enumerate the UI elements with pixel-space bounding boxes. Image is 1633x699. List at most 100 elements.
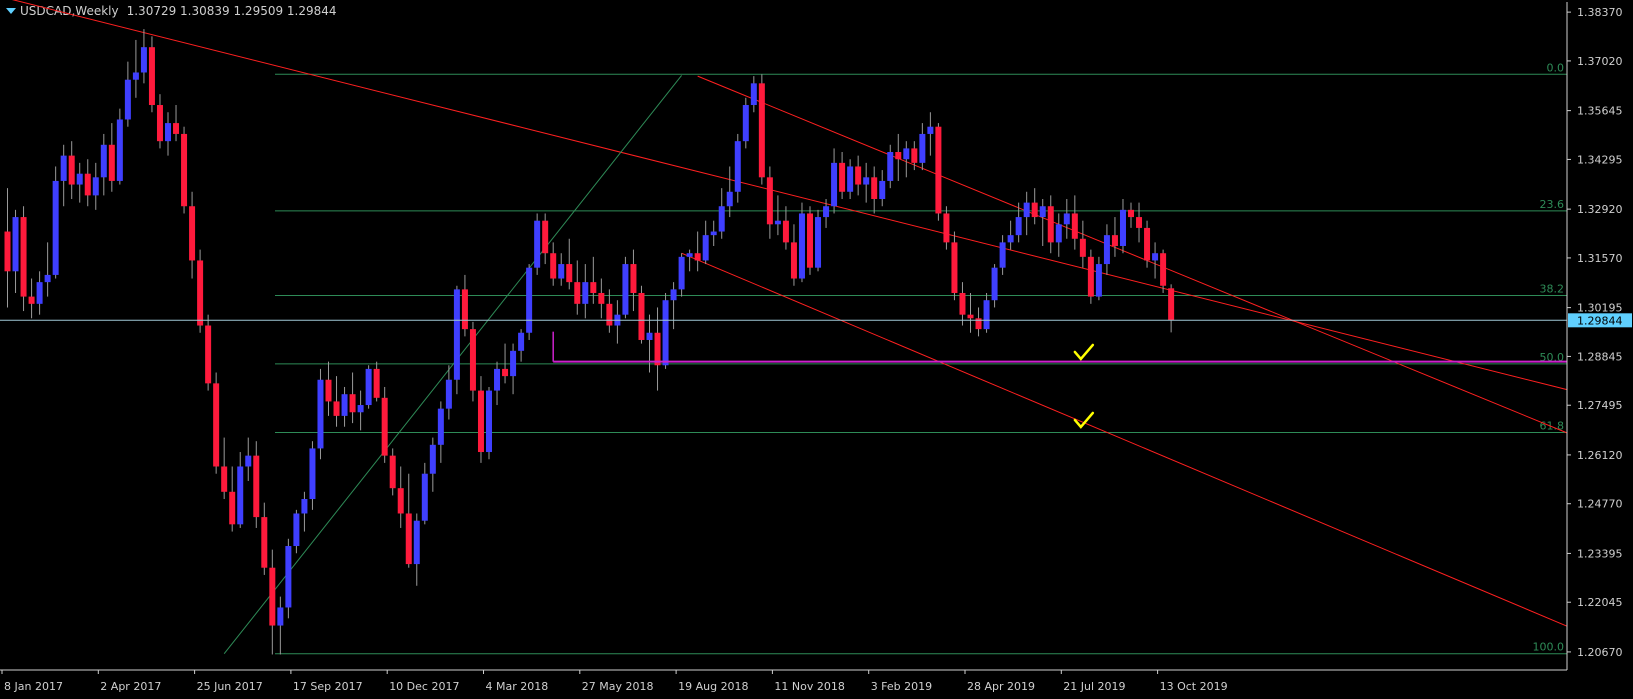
candle (36, 271, 43, 315)
x-tick-label: 17 Sep 2017 (293, 680, 363, 693)
candle-body (60, 155, 67, 181)
candle (895, 133, 902, 181)
candle (189, 191, 196, 279)
candle (365, 365, 372, 409)
candle-body (726, 191, 733, 207)
candle-body (790, 242, 797, 279)
candle-body (189, 206, 196, 261)
candle-body (245, 455, 252, 467)
candle-body (510, 350, 517, 377)
x-tick-label: 2 Apr 2017 (100, 680, 161, 693)
candle-body (935, 126, 942, 214)
candle-body (823, 206, 830, 218)
candle-body (606, 303, 613, 326)
y-tick-label: 1.22045 (1577, 596, 1623, 609)
candle (221, 437, 228, 500)
candle-body (895, 152, 902, 160)
candle (815, 209, 822, 272)
y-tick-label: 1.20670 (1577, 646, 1623, 659)
candle (518, 329, 525, 362)
candle-body (1103, 235, 1110, 265)
candle (333, 376, 340, 427)
candle (84, 159, 91, 207)
candle-body (879, 180, 886, 200)
candle (967, 292, 974, 333)
price-chart[interactable]: 0.023.638.250.061.8100.0 1.383701.370201… (0, 0, 1633, 699)
candle-body (357, 405, 364, 413)
candle (445, 365, 452, 420)
candle-body (863, 177, 870, 185)
candle (429, 437, 436, 492)
candle-body (574, 282, 581, 304)
candle (526, 264, 533, 340)
candle (124, 61, 131, 127)
candle (855, 155, 862, 196)
candle (140, 29, 147, 84)
candle-body (1152, 253, 1159, 261)
candle (510, 343, 517, 395)
trendline (223, 75, 682, 655)
candle-body (1168, 288, 1175, 321)
candle-body (221, 466, 228, 492)
candle-body (654, 332, 661, 366)
candle-body (718, 206, 725, 232)
candle-body (36, 282, 43, 304)
candle (301, 491, 308, 532)
candle (999, 235, 1006, 275)
candle (766, 166, 773, 239)
x-tick-label: 21 Jul 2019 (1063, 680, 1125, 693)
candle-body (686, 253, 693, 257)
candle (903, 141, 910, 178)
candle-body (28, 296, 35, 304)
candle-body (758, 83, 765, 178)
y-tick-label: 1.26120 (1577, 449, 1623, 462)
candle (1023, 191, 1030, 236)
candle-body (437, 408, 444, 445)
candle (839, 152, 846, 200)
candle (1079, 220, 1086, 268)
candle-body (341, 394, 348, 416)
trendline (697, 75, 1568, 434)
candle (1168, 284, 1175, 333)
candle (582, 264, 589, 319)
candle-body (124, 79, 131, 120)
candle-body (1111, 235, 1118, 246)
candle-body (943, 213, 950, 243)
candle-body (197, 260, 204, 326)
candle (108, 123, 115, 192)
candle-body (558, 264, 565, 279)
candle (494, 361, 501, 406)
candle (1095, 256, 1102, 301)
candle (975, 307, 982, 337)
candle-body (381, 397, 388, 456)
candle (550, 242, 557, 286)
candle-body (84, 173, 91, 196)
x-tick-label: 13 Oct 2019 (1160, 680, 1228, 693)
candle (100, 133, 107, 196)
candle (349, 372, 356, 424)
candle-body (678, 256, 685, 290)
candle (1007, 220, 1014, 250)
y-tick-label: 1.32920 (1577, 203, 1623, 216)
candle-body (237, 466, 244, 525)
y-tick-label: 1.23395 (1577, 547, 1623, 560)
candle-body (831, 162, 838, 207)
candle (774, 195, 781, 236)
candle (710, 220, 717, 246)
candle (935, 123, 942, 221)
candle-body (92, 177, 99, 196)
candle (357, 390, 364, 431)
candle-body (766, 177, 773, 225)
x-tick-label: 4 Mar 2018 (486, 680, 549, 693)
candle-body (590, 282, 597, 293)
candle (277, 596, 284, 655)
candle (758, 74, 765, 185)
candle-body (461, 289, 468, 330)
candle-body (389, 455, 396, 489)
candle-body (871, 177, 878, 200)
candle-body (742, 105, 749, 142)
x-tick-label: 27 May 2018 (582, 680, 654, 693)
candle (156, 94, 163, 149)
candle-body (662, 300, 669, 366)
candle-body (734, 141, 741, 192)
